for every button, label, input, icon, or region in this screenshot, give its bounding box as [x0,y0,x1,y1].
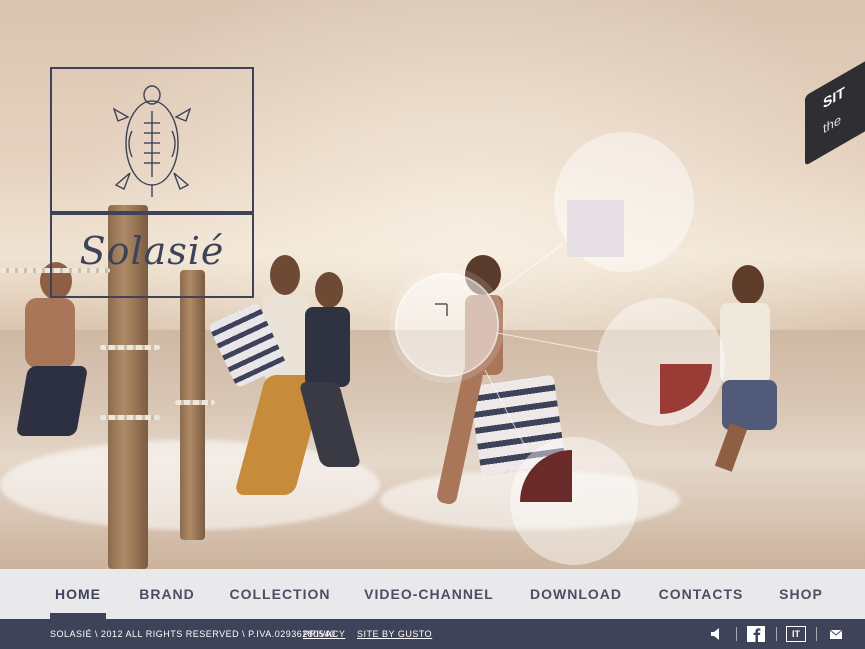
ribbon-label: SIT [823,83,845,112]
language-label: IT [792,629,800,639]
mail-icon[interactable] [828,626,844,642]
nav-label: CONTACTS [658,586,744,602]
speaker-icon[interactable] [708,626,726,642]
nav-item-home[interactable]: HOME [50,569,106,619]
privacy-link[interactable]: PRIVACY [303,629,345,639]
footer-separator [816,627,817,641]
nav-item-shop[interactable]: SHOP [776,569,826,619]
footer: SOLASIÉ \ 2012 ALL RIGHTS RESERVED \ P.I… [0,619,865,649]
logo-box[interactable] [50,67,254,213]
facebook-icon[interactable] [746,626,766,642]
turtle-icon [112,85,192,197]
nav-label: VIDEO-CHANNEL [364,586,494,602]
nav-item-download[interactable]: DOWNLOAD [526,569,626,619]
brand-name-box[interactable]: Solasié [50,213,254,298]
site-by-link[interactable]: SITE BY GUSTO [357,629,432,639]
nav-label: DOWNLOAD [530,586,622,602]
nav-item-collection[interactable]: COLLECTION [228,569,332,619]
footer-separator [776,627,777,641]
copyright-text: SOLASIÉ \ 2012 ALL RIGHTS RESERVED \ P.I… [50,629,336,639]
nav-item-contacts[interactable]: CONTACTS [656,569,746,619]
language-it-icon[interactable]: IT [786,626,806,642]
main-nav: HOME BRAND COLLECTION VIDEO-CHANNEL DOWN… [0,569,865,619]
nav-item-video-channel[interactable]: VIDEO-CHANNEL [362,569,496,619]
nav-label: COLLECTION [229,586,331,602]
brand-name: Solasié [79,229,225,273]
nav-label: BRAND [139,586,195,602]
nav-item-brand[interactable]: BRAND [136,569,198,619]
nav-label: HOME [55,586,101,602]
footer-separator [736,627,737,641]
ribbon-sub: the [823,111,842,137]
nav-label: SHOP [779,586,823,602]
